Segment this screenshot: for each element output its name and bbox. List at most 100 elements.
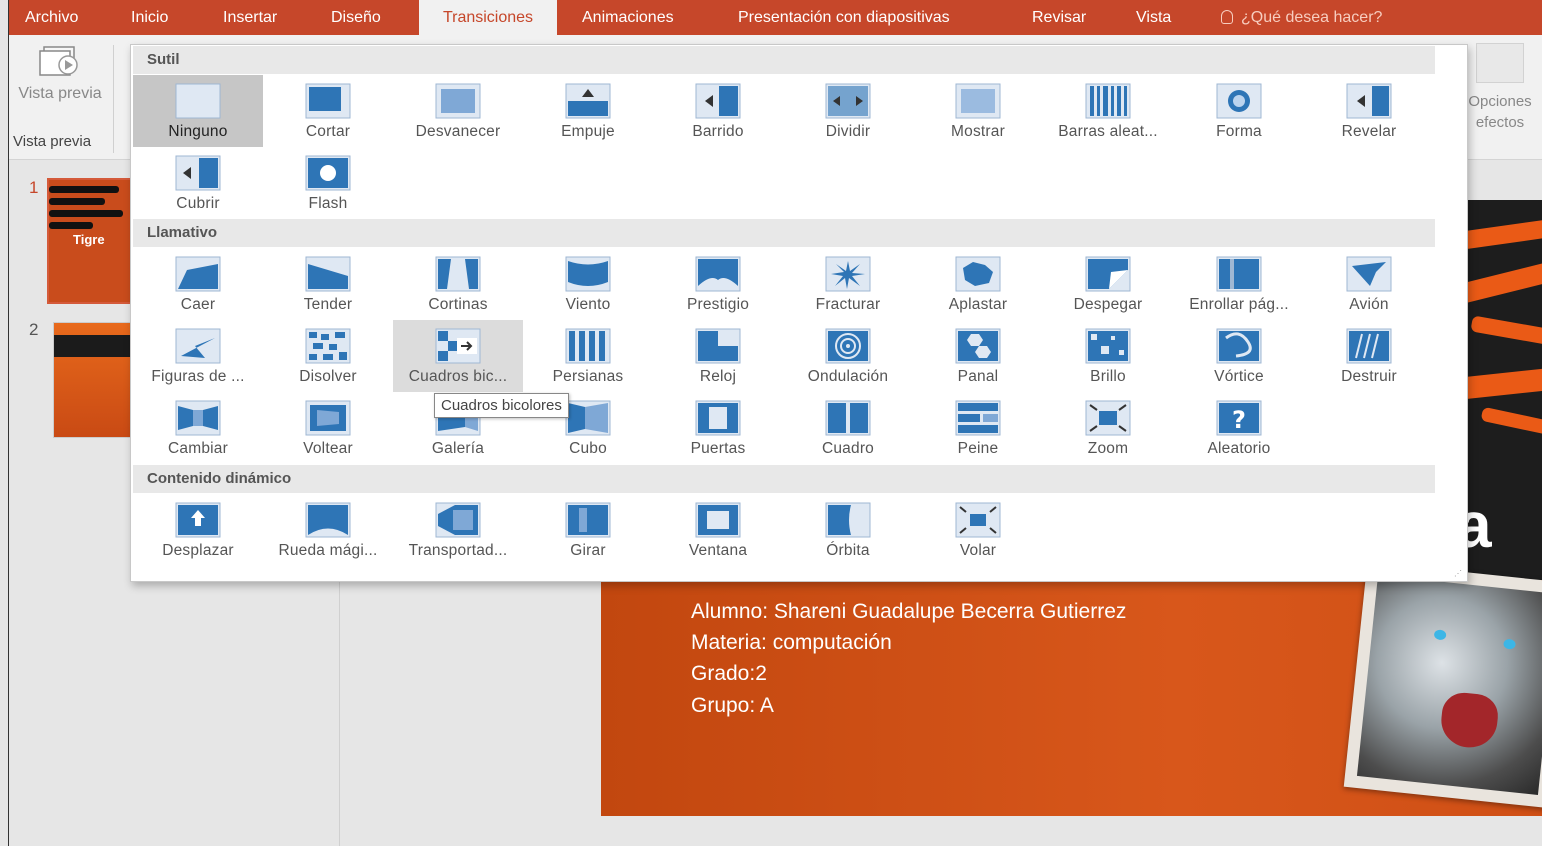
transition-label: Brillo xyxy=(1090,368,1126,385)
transition-comb[interactable]: Peine xyxy=(913,392,1043,464)
transition-push[interactable]: Empuje xyxy=(523,75,653,147)
transition-reveal[interactable]: Mostrar xyxy=(913,75,1043,147)
transition-uncover[interactable]: Revelar xyxy=(1304,75,1434,147)
transition-ripple[interactable]: Ondulación xyxy=(783,320,913,392)
transition-pan[interactable]: Desplazar xyxy=(133,494,263,566)
transition-label: Panal xyxy=(957,368,999,385)
transition-label: Persianas xyxy=(552,368,624,385)
transition-fly-through[interactable]: Volar xyxy=(913,494,1043,566)
transition-honeycomb[interactable]: Panal xyxy=(913,320,1043,392)
tab-diseno[interactable]: Diseño xyxy=(323,0,389,35)
transition-window[interactable]: Ventana xyxy=(653,494,783,566)
transition-random[interactable]: ? Aleatorio xyxy=(1174,392,1304,464)
push-icon xyxy=(565,83,611,119)
transition-shape[interactable]: Forma xyxy=(1174,75,1304,147)
section-llamativo: Llamativo xyxy=(133,219,1435,247)
transition-split[interactable]: Dividir xyxy=(783,75,913,147)
transition-rotate[interactable]: Girar xyxy=(523,494,653,566)
transition-page-curl[interactable]: Enrollar pág... xyxy=(1174,248,1304,320)
transition-doors[interactable]: Puertas xyxy=(653,392,783,464)
transition-drape[interactable]: Tender xyxy=(263,248,393,320)
transition-cover[interactable]: Cubrir xyxy=(133,147,263,219)
tiger-mouth xyxy=(1438,690,1501,751)
group-separator xyxy=(113,45,114,153)
origami-icon xyxy=(175,328,221,364)
thumbnail-title: Tigre xyxy=(73,232,105,247)
vortex-icon xyxy=(1216,328,1262,364)
transition-peel-off[interactable]: Despegar xyxy=(1043,248,1173,320)
transition-ferris-wheel[interactable]: Rueda mági... xyxy=(263,494,393,566)
transition-label: Cortinas xyxy=(428,296,488,313)
transition-label: Rueda mági... xyxy=(278,542,378,559)
transition-flip[interactable]: Voltear xyxy=(263,392,393,464)
resize-grip-icon[interactable]: ⋰ xyxy=(1454,569,1463,578)
transition-clock[interactable]: Reloj xyxy=(653,320,783,392)
glitter-icon xyxy=(1085,328,1131,364)
info-line-materia: Materia: computación xyxy=(691,631,892,654)
transition-conveyor[interactable]: Transportad... xyxy=(393,494,523,566)
transition-label: Empuje xyxy=(561,123,615,140)
tiger-eye xyxy=(1503,638,1517,650)
tab-presentacion[interactable]: Presentación con diapositivas xyxy=(730,0,958,35)
transition-crush[interactable]: Aplastar xyxy=(913,248,1043,320)
tab-archivo[interactable]: Archivo xyxy=(17,0,86,35)
tiger-eye xyxy=(1433,629,1447,641)
transition-orbit[interactable]: Órbita xyxy=(783,494,913,566)
tab-revisar[interactable]: Revisar xyxy=(1024,0,1094,35)
preview-button[interactable]: Vista previa xyxy=(11,41,109,127)
transition-airplane[interactable]: Avión xyxy=(1304,248,1434,320)
drape-icon xyxy=(305,256,351,292)
transition-label: Girar xyxy=(570,542,606,559)
tab-inicio[interactable]: Inicio xyxy=(123,0,176,35)
effect-options-button[interactable]: Opciones efectos xyxy=(1457,43,1542,133)
transition-dissolve[interactable]: Disolver xyxy=(263,320,393,392)
transition-checkerboard[interactable]: Cuadros bic... xyxy=(393,320,523,392)
orbit-icon xyxy=(825,502,871,538)
transition-label: Barrido xyxy=(692,123,744,140)
transition-none[interactable]: Ninguno xyxy=(133,75,263,147)
transition-label: Desplazar xyxy=(162,542,234,559)
transition-cut[interactable]: Cortar xyxy=(263,75,393,147)
tab-insertar[interactable]: Insertar xyxy=(215,0,285,35)
transition-label: Barras aleat... xyxy=(1058,123,1158,140)
tab-transiciones[interactable]: Transiciones xyxy=(419,0,557,35)
ripple-icon xyxy=(825,328,871,364)
transition-vortex[interactable]: Vórtice xyxy=(1174,320,1304,392)
transition-label: Órbita xyxy=(826,542,870,559)
transition-curtains[interactable]: Cortinas xyxy=(393,248,523,320)
window-icon xyxy=(695,502,741,538)
split-icon xyxy=(825,83,871,119)
slide-number: 2 xyxy=(29,320,39,339)
transition-blinds[interactable]: Persianas xyxy=(523,320,653,392)
transition-fracture[interactable]: Fracturar xyxy=(783,248,913,320)
powerpoint-window: Archivo Inicio Insertar Diseño Transicio… xyxy=(8,0,1542,846)
tell-me-text: ¿Qué desea hacer? xyxy=(1241,9,1383,26)
transition-fade[interactable]: Desvanecer xyxy=(393,75,523,147)
transition-label: Despegar xyxy=(1073,296,1143,313)
transition-label: Dividir xyxy=(825,123,871,140)
tiger-photo[interactable] xyxy=(1343,561,1542,809)
slide-preview-icon xyxy=(39,46,78,76)
transition-prestige[interactable]: Prestigio xyxy=(653,248,783,320)
transition-glitter[interactable]: Brillo xyxy=(1043,320,1173,392)
transition-origami[interactable]: Figuras de ... xyxy=(133,320,263,392)
transition-label: Aplastar xyxy=(948,296,1008,313)
info-line-grado: Grado:2 xyxy=(691,662,767,685)
doors-icon xyxy=(695,400,741,436)
crush-icon xyxy=(955,256,1001,292)
tell-me-box[interactable]: ¿Qué desea hacer? xyxy=(1221,0,1382,35)
transition-zoom[interactable]: Zoom xyxy=(1043,392,1173,464)
transition-label: Cubrir xyxy=(176,195,220,212)
transition-box[interactable]: Cuadro xyxy=(783,392,913,464)
transition-flash[interactable]: Flash xyxy=(263,147,393,219)
transition-label: Peine xyxy=(957,440,999,457)
transition-wipe[interactable]: Barrido xyxy=(653,75,783,147)
transition-random-bars[interactable]: Barras aleat... xyxy=(1043,75,1173,147)
tab-animaciones[interactable]: Animaciones xyxy=(574,0,682,35)
transition-fall-over[interactable]: Caer xyxy=(133,248,263,320)
tooltip: Cuadros bicolores xyxy=(434,393,569,418)
transition-wind[interactable]: Viento xyxy=(523,248,653,320)
tab-vista[interactable]: Vista xyxy=(1128,0,1179,35)
transition-switch[interactable]: Cambiar xyxy=(133,392,263,464)
transition-shred[interactable]: Destruir xyxy=(1304,320,1434,392)
